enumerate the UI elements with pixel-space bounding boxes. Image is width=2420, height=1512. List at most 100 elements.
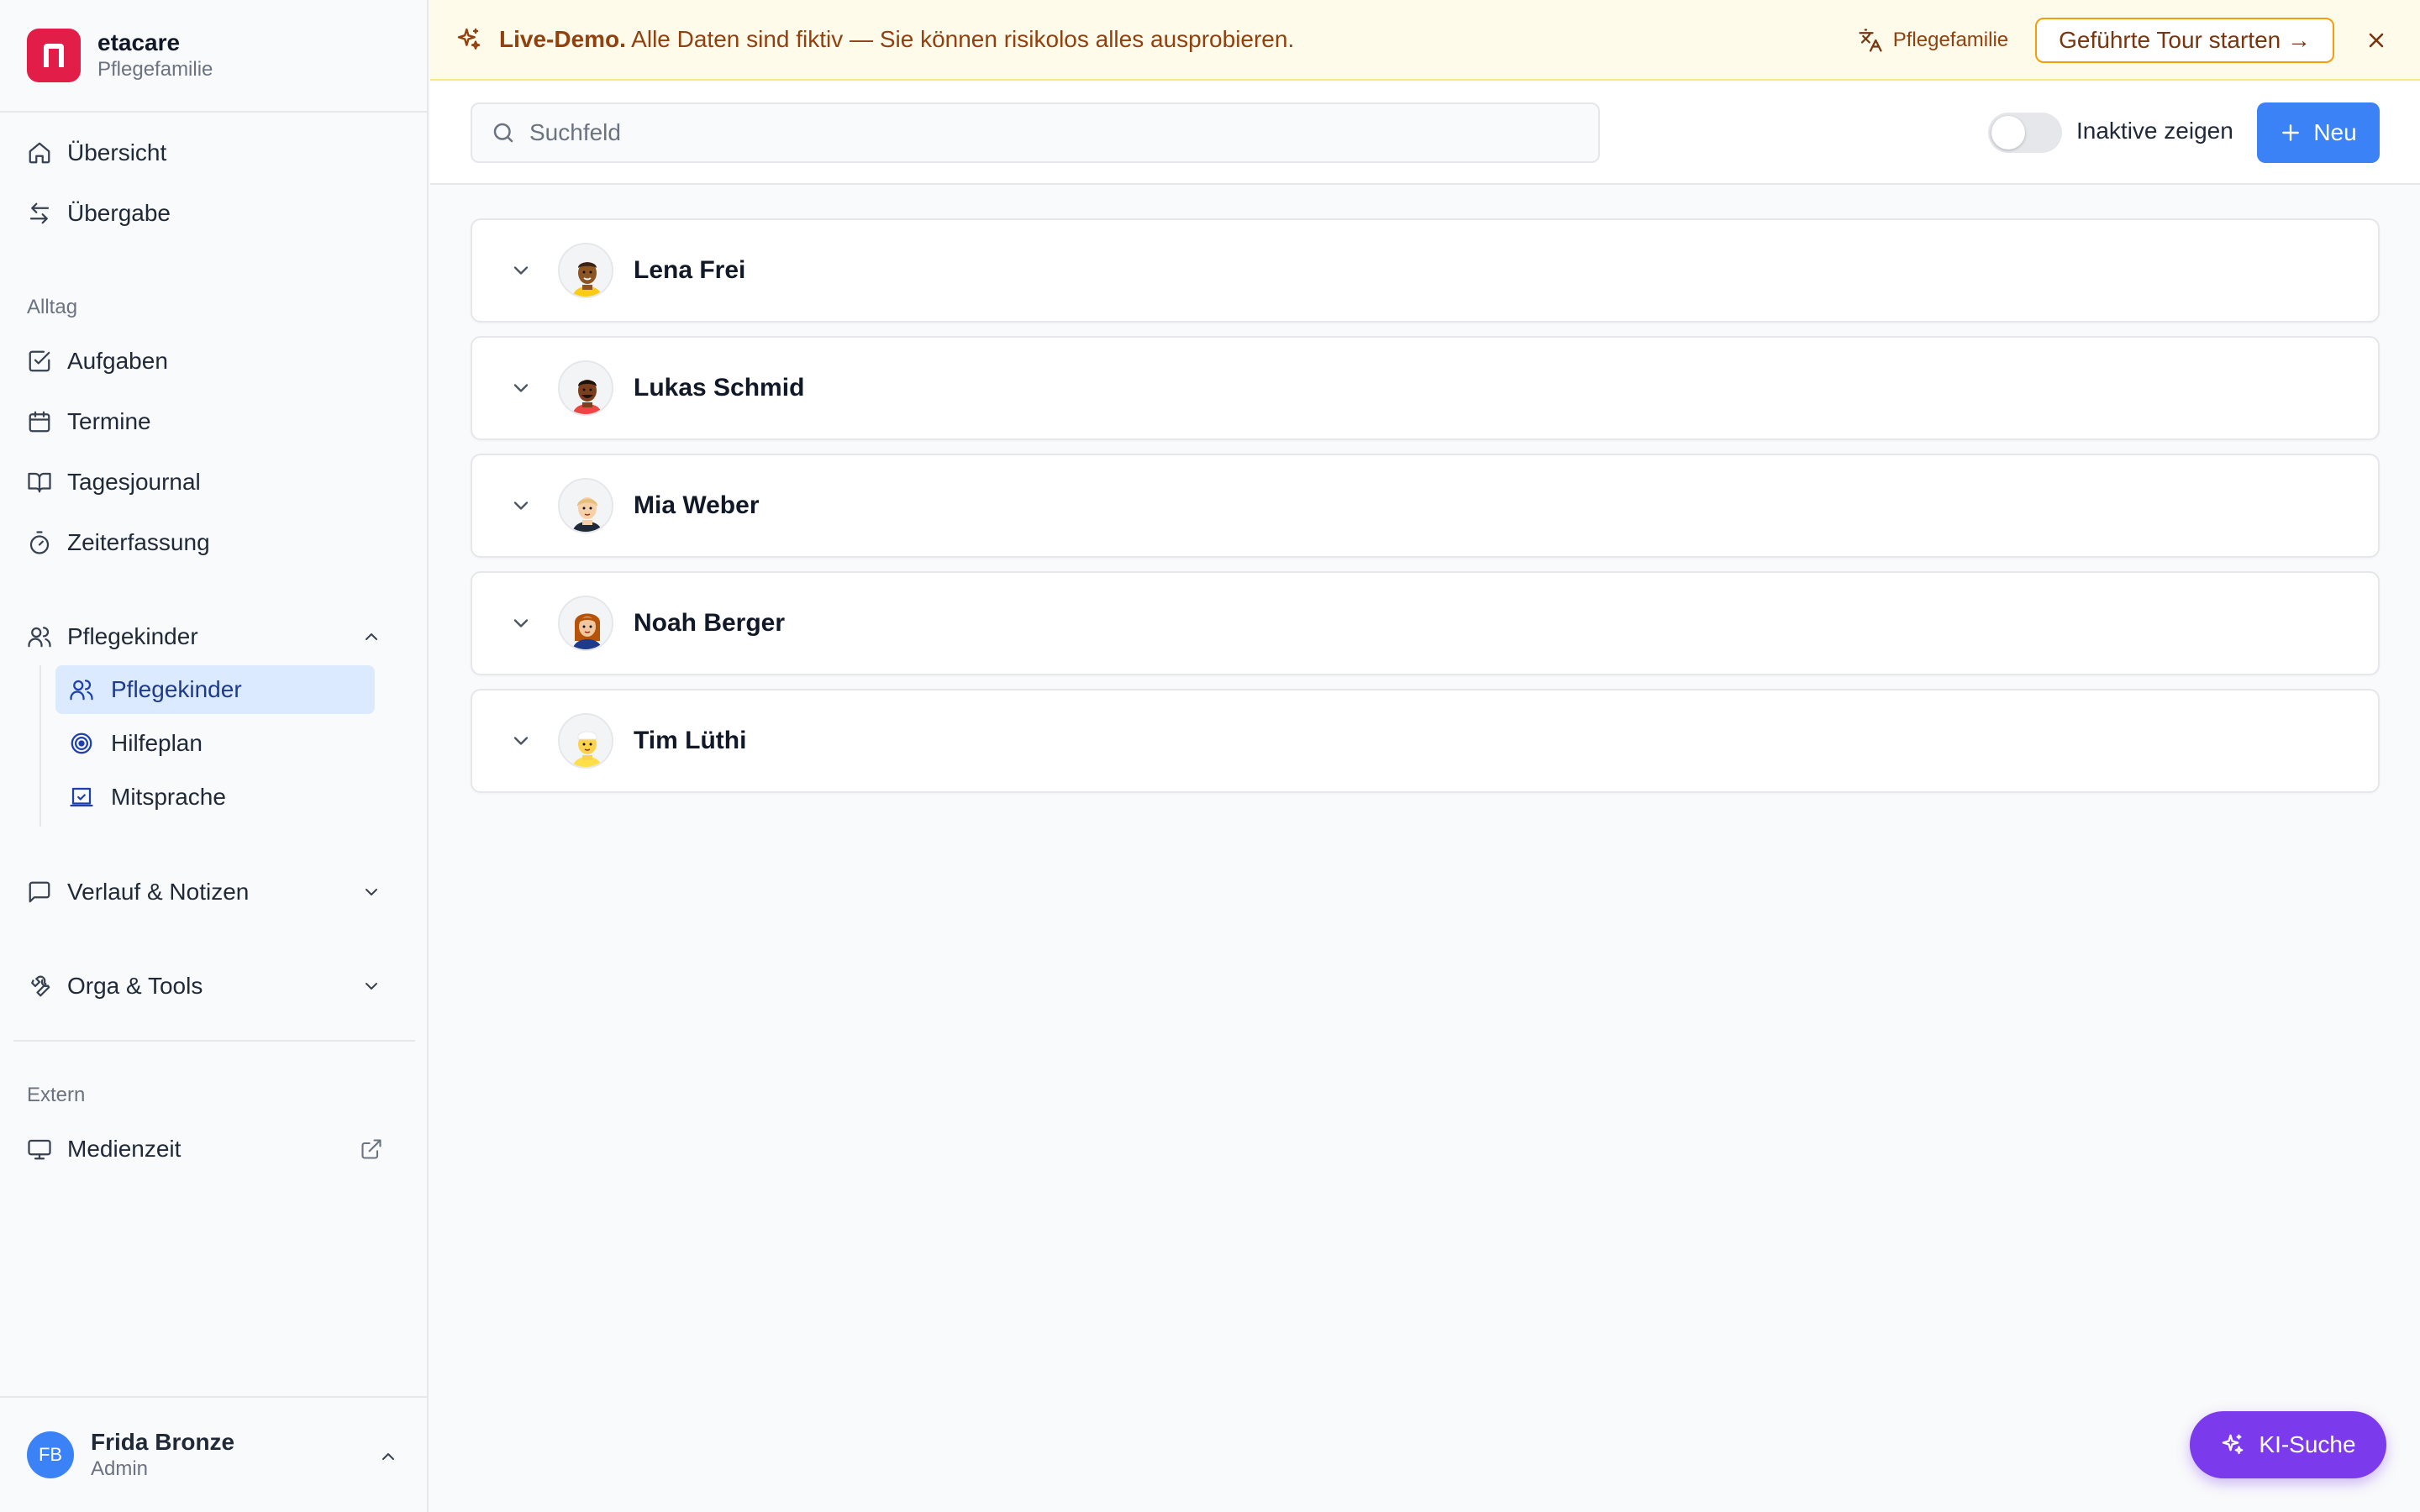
nav-item-uebergabe[interactable]: Übergabe bbox=[13, 188, 408, 239]
ki-search-label: KI-Suche bbox=[2259, 1431, 2356, 1457]
wrench-icon bbox=[27, 974, 67, 999]
nav-group-orga[interactable]: Orga & Tools bbox=[13, 961, 408, 1011]
users-icon bbox=[27, 624, 67, 649]
nav-item-aufgaben[interactable]: Aufgaben bbox=[13, 336, 408, 386]
child-name: Mia Weber bbox=[634, 491, 760, 519]
nav-item-label: Zeiterfassung bbox=[67, 529, 210, 555]
nav-item-medienzeit[interactable]: Medienzeit bbox=[13, 1124, 408, 1174]
nav-item-tagesjournal[interactable]: Tagesjournal bbox=[13, 457, 408, 507]
chevron-down-icon[interactable] bbox=[509, 729, 533, 753]
user-name: Frida Bronze bbox=[91, 1429, 235, 1455]
nav-item-label: Tagesjournal bbox=[67, 469, 201, 495]
nav-group-label: Verlauf & Notizen bbox=[67, 879, 250, 905]
sparkles-icon bbox=[2220, 1432, 2245, 1457]
chevron-up-icon bbox=[378, 1446, 398, 1467]
language-switcher[interactable]: Pflegefamilie bbox=[1858, 28, 2008, 53]
brand-name: etacare bbox=[97, 29, 181, 55]
child-card-lukas[interactable]: Lukas Schmid bbox=[471, 336, 2380, 440]
users-icon bbox=[69, 677, 111, 702]
section-label-alltag: Alltag bbox=[27, 296, 78, 318]
demo-banner: Live-Demo. Alle Daten sind fiktiv — Sie … bbox=[430, 0, 2420, 81]
toolbar: Inaktive zeigen Neu bbox=[430, 82, 2420, 185]
sparkles-icon bbox=[455, 26, 482, 53]
search-icon bbox=[491, 120, 516, 145]
guided-tour-button[interactable]: Geführte Tour starten → bbox=[2035, 18, 2334, 63]
sidebar-divider bbox=[13, 1040, 415, 1042]
subnav-item-pflegekinder[interactable]: Pflegekinder bbox=[55, 665, 375, 714]
child-card-mia[interactable]: Mia Weber bbox=[471, 454, 2380, 558]
nav-item-label: Übergabe bbox=[67, 200, 171, 226]
child-avatar bbox=[558, 713, 613, 769]
brand-header[interactable]: etacare Pflegefamilie bbox=[0, 0, 427, 113]
child-card-tim[interactable]: Tim Lüthi bbox=[471, 689, 2380, 793]
nav-item-zeiterfassung[interactable]: Zeiterfassung bbox=[13, 517, 408, 568]
new-button[interactable]: Neu bbox=[2257, 102, 2380, 163]
child-avatar bbox=[558, 360, 613, 416]
subnav-item-label: Mitsprache bbox=[111, 784, 226, 810]
chevron-down-icon bbox=[361, 976, 381, 996]
toggle-knob bbox=[1991, 116, 2025, 150]
subnav-item-label: Pflegekinder bbox=[111, 676, 242, 702]
avatar: FB bbox=[27, 1431, 74, 1478]
user-role: Admin bbox=[91, 1457, 149, 1480]
inbox-icon bbox=[69, 785, 111, 810]
chevron-up-icon bbox=[361, 627, 381, 647]
subnav-item-mitsprache[interactable]: Mitsprache bbox=[55, 773, 375, 822]
plus-icon bbox=[2280, 122, 2302, 144]
inactive-toggle-label: Inaktive zeigen bbox=[2076, 118, 2233, 144]
child-name: Lena Frei bbox=[634, 256, 746, 284]
nav-item-label: Termine bbox=[67, 408, 151, 434]
home-icon bbox=[27, 140, 67, 165]
new-button-label: Neu bbox=[2313, 119, 2357, 145]
inactive-toggle[interactable] bbox=[1988, 113, 2062, 153]
chevron-down-icon[interactable] bbox=[509, 612, 533, 635]
nav-item-termine[interactable]: Termine bbox=[13, 396, 408, 447]
monitor-icon bbox=[27, 1137, 67, 1162]
banner-text: Alle Daten sind fiktiv — Sie können risi… bbox=[631, 26, 1295, 52]
nav-item-label: Aufgaben bbox=[67, 348, 168, 374]
etacare-logo-icon bbox=[27, 29, 81, 82]
child-card-noah[interactable]: Noah Berger bbox=[471, 571, 2380, 675]
timer-icon bbox=[27, 530, 67, 555]
child-name: Lukas Schmid bbox=[634, 374, 805, 402]
banner-message: Live-Demo. Alle Daten sind fiktiv — Sie … bbox=[499, 26, 1294, 53]
user-menu[interactable]: FB Frida Bronze Admin bbox=[0, 1396, 427, 1512]
chevron-down-icon[interactable] bbox=[509, 376, 533, 400]
chevron-down-icon[interactable] bbox=[509, 494, 533, 517]
child-name: Noah Berger bbox=[634, 609, 786, 637]
brand-subtitle: Pflegefamilie bbox=[97, 58, 213, 81]
language-label: Pflegefamilie bbox=[1892, 29, 2009, 51]
nav-item-label: Übersicht bbox=[67, 139, 167, 165]
message-square-icon bbox=[27, 879, 67, 905]
checkbox-icon bbox=[27, 349, 67, 374]
banner-bold: Live-Demo. bbox=[499, 26, 626, 52]
child-avatar bbox=[558, 596, 613, 651]
target-icon bbox=[69, 731, 111, 756]
nav-item-label: Medienzeit bbox=[67, 1136, 182, 1162]
subnav-item-label: Hilfeplan bbox=[111, 730, 203, 756]
book-icon bbox=[27, 470, 67, 495]
nav-group-label: Orga & Tools bbox=[67, 973, 203, 999]
ki-search-button[interactable]: KI-Suche bbox=[2190, 1411, 2386, 1478]
nav-item-uebersicht[interactable]: Übersicht bbox=[13, 128, 408, 178]
child-card-lena[interactable]: Lena Frei bbox=[471, 218, 2380, 323]
calendar-icon bbox=[27, 409, 67, 434]
search-box[interactable] bbox=[471, 102, 1600, 163]
child-avatar bbox=[558, 478, 613, 533]
search-input[interactable] bbox=[529, 119, 1538, 146]
arrows-swap-icon bbox=[27, 201, 67, 226]
external-link-icon bbox=[360, 1137, 383, 1161]
subnav-tree-line bbox=[39, 665, 41, 827]
subnav-item-hilfeplan[interactable]: Hilfeplan bbox=[55, 719, 375, 768]
nav-group-label: Pflegekinder bbox=[67, 623, 198, 649]
child-avatar bbox=[558, 243, 613, 298]
child-name: Tim Lüthi bbox=[634, 727, 747, 754]
nav-group-verlauf[interactable]: Verlauf & Notizen bbox=[13, 867, 408, 917]
sidebar: etacare Pflegefamilie Übersicht Übergabe… bbox=[0, 0, 429, 1512]
translate-icon bbox=[1858, 28, 1883, 53]
chevron-down-icon bbox=[361, 882, 381, 902]
section-label-extern: Extern bbox=[27, 1084, 86, 1106]
close-icon[interactable] bbox=[2365, 29, 2388, 52]
chevron-down-icon[interactable] bbox=[509, 259, 533, 282]
nav-group-pflegekinder[interactable]: Pflegekinder bbox=[13, 612, 408, 662]
